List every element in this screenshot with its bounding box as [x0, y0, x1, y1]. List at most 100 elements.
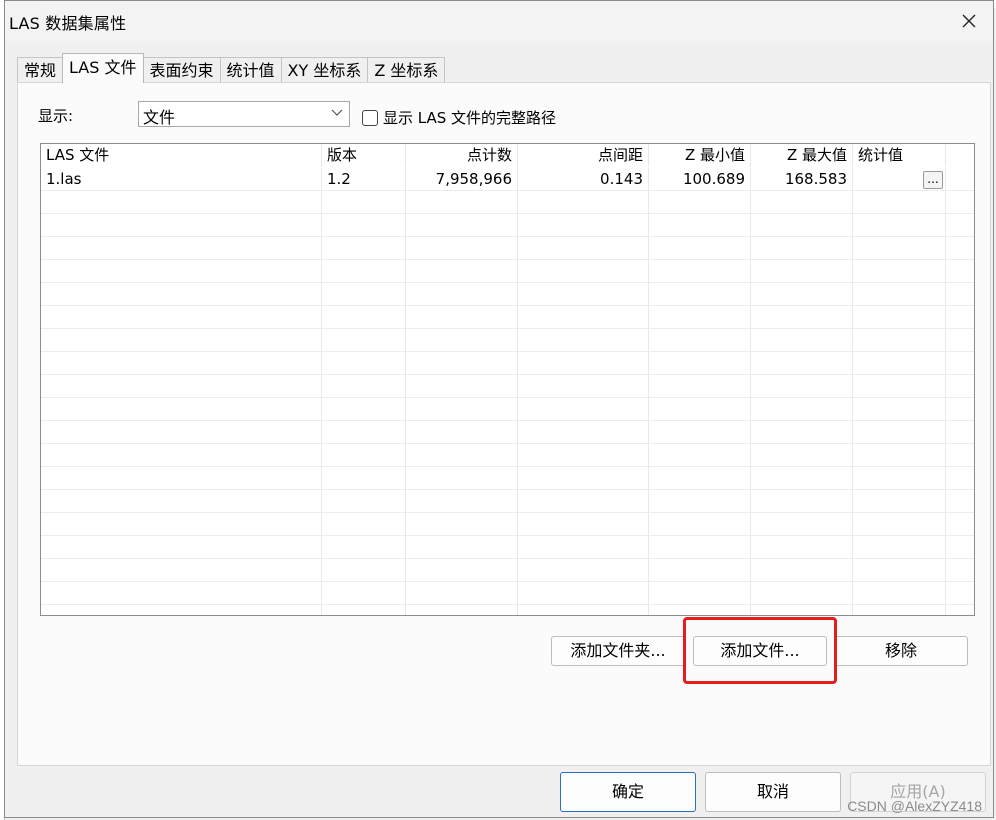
- empty-cell: [41, 375, 322, 398]
- cell-z-max[interactable]: 168.583: [751, 168, 853, 191]
- empty-cell: [853, 536, 946, 559]
- empty-cell: [649, 191, 751, 214]
- empty-cell: [518, 306, 649, 329]
- empty-cell: [751, 260, 853, 283]
- empty-cell: [518, 536, 649, 559]
- cell-statistics: ...: [853, 168, 946, 191]
- empty-cell: [751, 605, 853, 615]
- empty-cell: [518, 237, 649, 260]
- empty-cell: [518, 582, 649, 605]
- las-files-table[interactable]: LAS 文件 版本 点计数 点间距 Z 最小值 Z 最大值 统计值 1.las …: [40, 143, 975, 616]
- empty-cell: [518, 398, 649, 421]
- column-header-z-min[interactable]: Z 最小值: [649, 144, 751, 167]
- add-file-button[interactable]: 添加文件...: [693, 636, 827, 666]
- cell-version[interactable]: 1.2: [322, 168, 406, 191]
- empty-cell: [649, 513, 751, 536]
- empty-cell: [946, 467, 974, 490]
- empty-cell: [946, 398, 974, 421]
- empty-cell: [322, 260, 406, 283]
- empty-cell: [853, 490, 946, 513]
- empty-cell: [751, 536, 853, 559]
- table-empty-row: [41, 444, 974, 467]
- table-row[interactable]: 1.las 1.2 7,958,966 0.143 100.689 168.58…: [41, 168, 974, 191]
- tab-z-coordinate-system[interactable]: Z 坐标系: [367, 57, 446, 83]
- column-header-las-file[interactable]: LAS 文件: [41, 144, 322, 167]
- empty-cell: [853, 467, 946, 490]
- display-select[interactable]: 文件: [138, 101, 350, 127]
- empty-cell: [946, 191, 974, 214]
- empty-cell: [649, 490, 751, 513]
- empty-cell: [751, 444, 853, 467]
- statistics-details-button[interactable]: ...: [923, 171, 943, 189]
- empty-cell: [946, 513, 974, 536]
- empty-cell: [649, 260, 751, 283]
- close-button[interactable]: [955, 7, 983, 35]
- table-empty-row: [41, 191, 974, 214]
- cell-z-min[interactable]: 100.689: [649, 168, 751, 191]
- full-path-checkbox[interactable]: [362, 109, 378, 126]
- cell-point-count[interactable]: 7,958,966: [406, 168, 518, 191]
- column-header-z-max[interactable]: Z 最大值: [751, 144, 853, 167]
- table-empty-row: [41, 237, 974, 260]
- column-header-statistics[interactable]: 统计值: [853, 144, 946, 167]
- remove-button[interactable]: 移除: [834, 636, 968, 666]
- empty-cell: [649, 421, 751, 444]
- empty-cell: [946, 237, 974, 260]
- table-header-row: LAS 文件 版本 点计数 点间距 Z 最小值 Z 最大值 统计值: [41, 144, 974, 167]
- empty-cell: [322, 398, 406, 421]
- column-header-point-spacing[interactable]: 点间距: [518, 144, 649, 167]
- table-empty-row: [41, 490, 974, 513]
- empty-cell: [322, 352, 406, 375]
- empty-cell: [322, 306, 406, 329]
- empty-cell: [518, 352, 649, 375]
- empty-cell: [41, 444, 322, 467]
- full-path-checkbox-group[interactable]: 显示 LAS 文件的完整路径: [362, 107, 556, 128]
- empty-cell: [322, 375, 406, 398]
- empty-cell: [853, 559, 946, 582]
- cell-spacer: [946, 168, 974, 191]
- table-empty-row: [41, 536, 974, 559]
- full-path-checkbox-label: 显示 LAS 文件的完整路径: [383, 109, 557, 127]
- empty-cell: [322, 214, 406, 237]
- tab-xy-coordinate-system[interactable]: XY 坐标系: [280, 57, 369, 83]
- column-header-point-count[interactable]: 点计数: [406, 144, 518, 167]
- empty-cell: [406, 536, 518, 559]
- empty-cell: [406, 375, 518, 398]
- cancel-button[interactable]: 取消: [705, 772, 841, 812]
- empty-cell: [649, 605, 751, 615]
- empty-cell: [751, 329, 853, 352]
- tab-las-files[interactable]: LAS 文件: [62, 53, 144, 83]
- empty-cell: [751, 306, 853, 329]
- table-empty-row: [41, 283, 974, 306]
- empty-cell: [946, 214, 974, 237]
- empty-cell: [649, 214, 751, 237]
- empty-cell: [406, 283, 518, 306]
- add-folder-button[interactable]: 添加文件夹...: [551, 636, 685, 666]
- empty-cell: [751, 237, 853, 260]
- cell-las-file[interactable]: 1.las: [41, 168, 322, 191]
- empty-cell: [649, 559, 751, 582]
- empty-cell: [406, 421, 518, 444]
- tab-general[interactable]: 常规: [17, 57, 64, 83]
- empty-cell: [41, 306, 322, 329]
- tab-surface-constraints[interactable]: 表面约束: [142, 57, 221, 83]
- empty-cell: [853, 444, 946, 467]
- empty-cell: [649, 375, 751, 398]
- table-empty-row: [41, 306, 974, 329]
- cell-point-spacing[interactable]: 0.143: [518, 168, 649, 191]
- ok-button[interactable]: 确定: [560, 772, 696, 812]
- empty-cell: [518, 214, 649, 237]
- column-header-version[interactable]: 版本: [322, 144, 406, 167]
- table-empty-row: [41, 398, 974, 421]
- empty-cell: [649, 283, 751, 306]
- empty-cell: [853, 398, 946, 421]
- empty-cell: [518, 559, 649, 582]
- table-empty-row: [41, 214, 974, 237]
- empty-cell: [41, 283, 322, 306]
- table-empty-row: [41, 352, 974, 375]
- tab-statistics[interactable]: 统计值: [219, 57, 282, 83]
- empty-cell: [751, 352, 853, 375]
- empty-cell: [853, 582, 946, 605]
- empty-cell: [406, 398, 518, 421]
- empty-cell: [853, 329, 946, 352]
